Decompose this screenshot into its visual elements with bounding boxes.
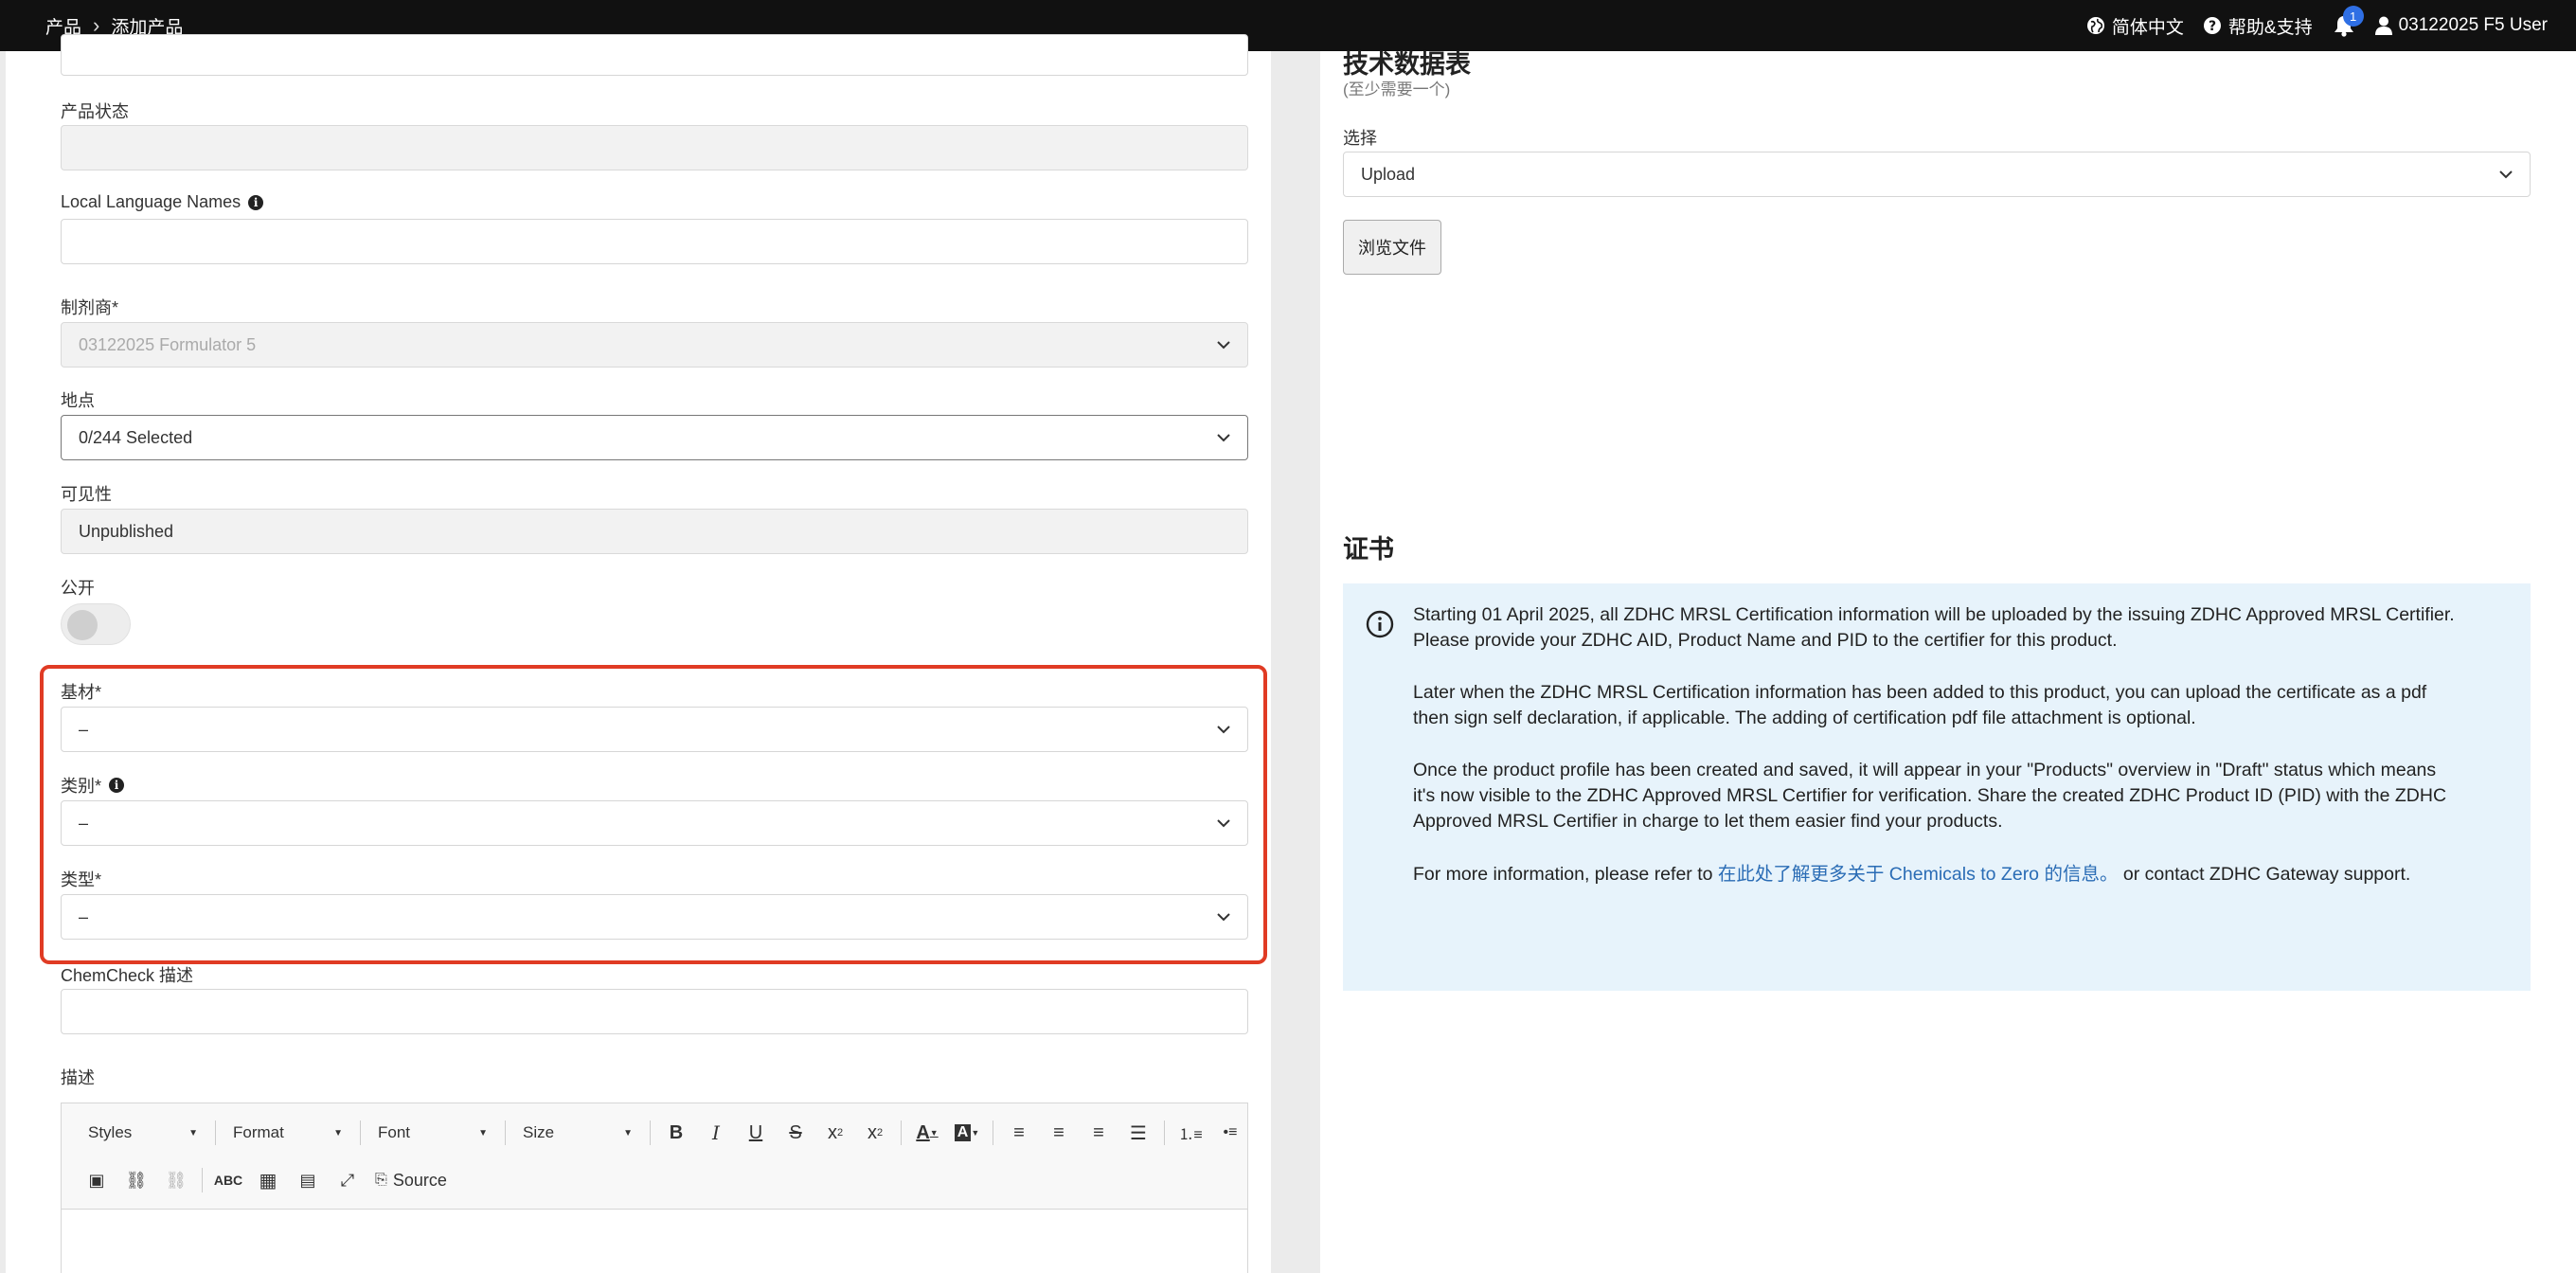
chevron-down-icon [1217, 341, 1230, 350]
browse-files-button[interactable]: 浏览文件 [1343, 220, 1441, 275]
spellcheck-icon[interactable]: ABC [208, 1164, 248, 1196]
description-label: 描述 [61, 1068, 95, 1087]
chevron-down-icon [1217, 434, 1230, 442]
text-color-icon[interactable]: A ▼ [907, 1117, 947, 1149]
description-editor: Styles ▼ Format ▼ Font ▼ Size ▼ B I U S x2 x… [61, 1103, 1248, 1273]
chevron-down-icon [2499, 170, 2513, 179]
chevron-down-icon [1217, 726, 1230, 734]
numbered-list-icon[interactable]: ⒈≡ [1171, 1117, 1210, 1149]
cert-info-p2: Later when the ZDHC MRSL Certification i… [1413, 682, 2427, 728]
cert-info-p3: Once the product profile has been create… [1413, 760, 2447, 832]
formulator-label: 制剂商* [61, 298, 119, 317]
align-right-icon[interactable]: ≡ [1079, 1117, 1118, 1149]
chemcheck-input[interactable] [61, 989, 1248, 1034]
underline-icon[interactable]: U [736, 1117, 776, 1149]
strikethrough-icon[interactable]: S [776, 1117, 815, 1149]
format-dropdown[interactable]: Format ▼ [222, 1123, 354, 1142]
svg-text:?: ? [2209, 19, 2216, 34]
substrate-label: 基材* [61, 683, 102, 702]
cert-info-p1: Starting 01 April 2025, all ZDHC MRSL Ce… [1413, 604, 2455, 651]
align-left-icon[interactable]: ≡ [999, 1117, 1039, 1149]
image-icon[interactable]: ▣ [77, 1164, 116, 1196]
unlink-icon[interactable]: ⛓ [156, 1164, 196, 1196]
align-justify-icon[interactable]: ☰ [1118, 1117, 1158, 1149]
certificate-title: 证书 [1343, 535, 1394, 564]
location-label: 地点 [61, 391, 95, 410]
cert-info-p4: For more information, please refer to 在此… [1413, 864, 2411, 885]
chevron-down-icon [1217, 913, 1230, 922]
formulator-select: 03122025 Formulator 5 [61, 322, 1248, 368]
product-form-panel: 产品状态 Local Language Names i 制剂商* 03122025… [6, 34, 1271, 1273]
background-color-icon[interactable]: A ▼ [947, 1117, 987, 1149]
public-label: 公开 [61, 579, 95, 598]
visibility-field: Unpublished [61, 509, 1248, 554]
top-partial-field[interactable] [61, 34, 1248, 76]
editor-toolbar: Styles ▼ Format ▼ Font ▼ Size ▼ B I U S x2 x… [62, 1103, 1247, 1210]
user-menu[interactable]: 03122025 F5 User [2374, 15, 2548, 36]
notification-badge: 1 [2342, 6, 2364, 27]
language-selector[interactable]: 简体中文 [2086, 13, 2184, 39]
tds-select-label: 选择 [1343, 129, 1377, 148]
toggle-knob [67, 610, 98, 640]
help-link[interactable]: ? 帮助&支持 [2203, 13, 2313, 39]
chemcheck-label: ChemCheck 描述 [61, 966, 194, 985]
tds-select[interactable]: Upload [1343, 152, 2531, 197]
size-dropdown[interactable]: Size ▼ [511, 1123, 644, 1142]
bold-icon[interactable]: B [656, 1117, 696, 1149]
info-circle-icon [1366, 610, 1394, 638]
visibility-label: 可见性 [61, 485, 112, 504]
align-center-icon[interactable]: ≡ [1039, 1117, 1079, 1149]
public-toggle[interactable] [61, 603, 131, 645]
product-status-field [61, 125, 1248, 170]
category-label: 类别* i [61, 773, 125, 798]
font-dropdown[interactable]: Font ▼ [367, 1123, 499, 1142]
type-select[interactable]: – [61, 894, 1248, 940]
product-status-label: 产品状态 [61, 102, 129, 121]
help-label: 帮助&支持 [2227, 17, 2313, 38]
type-label: 类型* [61, 870, 102, 889]
language-label: 简体中文 [2111, 17, 2184, 38]
location-select[interactable]: 0/244 Selected [61, 415, 1248, 460]
show-blocks-icon[interactable]: ▤ [288, 1164, 328, 1196]
link-icon[interactable]: ⛓ [116, 1164, 156, 1196]
styles-dropdown[interactable]: Styles ▼ [77, 1123, 209, 1142]
local-names-input[interactable] [61, 219, 1248, 264]
source-icon: ⎘ [375, 1172, 387, 1188]
superscript-icon[interactable]: x2 [855, 1117, 895, 1149]
category-select[interactable]: – [61, 800, 1248, 846]
tds-subtitle: (至少需要一个) [1343, 81, 1451, 99]
local-names-label: Local Language Names i [61, 192, 264, 212]
info-icon[interactable]: i [109, 778, 125, 793]
user-name: 03122025 F5 User [2398, 15, 2548, 35]
subscript-icon[interactable]: x2 [815, 1117, 855, 1149]
notifications-button[interactable]: 1 [2332, 6, 2364, 40]
substrate-select[interactable]: – [61, 707, 1248, 752]
bullet-list-icon[interactable]: •≡ [1210, 1117, 1250, 1149]
certificate-info-box: Starting 01 April 2025, all ZDHC MRSL Ce… [1343, 583, 2531, 991]
italic-icon[interactable]: I [696, 1117, 736, 1149]
globe-icon [2086, 17, 2104, 34]
question-circle-icon: ? [2203, 17, 2221, 34]
maximize-icon[interactable]: ⤢ [328, 1164, 367, 1196]
attachments-panel: 技术数据表 (至少需要一个) 选择 Upload 浏览文件 证书 Startin… [1320, 50, 2576, 1273]
user-icon [2374, 16, 2392, 35]
chemicals-to-zero-link[interactable]: 在此处了解更多关于 Chemicals to Zero 的信息。 [1718, 864, 2119, 885]
source-button[interactable]: ⎘ Source [367, 1171, 455, 1191]
info-icon[interactable]: i [248, 194, 264, 210]
table-icon[interactable]: ▦ [248, 1164, 288, 1196]
chevron-down-icon [1217, 819, 1230, 828]
